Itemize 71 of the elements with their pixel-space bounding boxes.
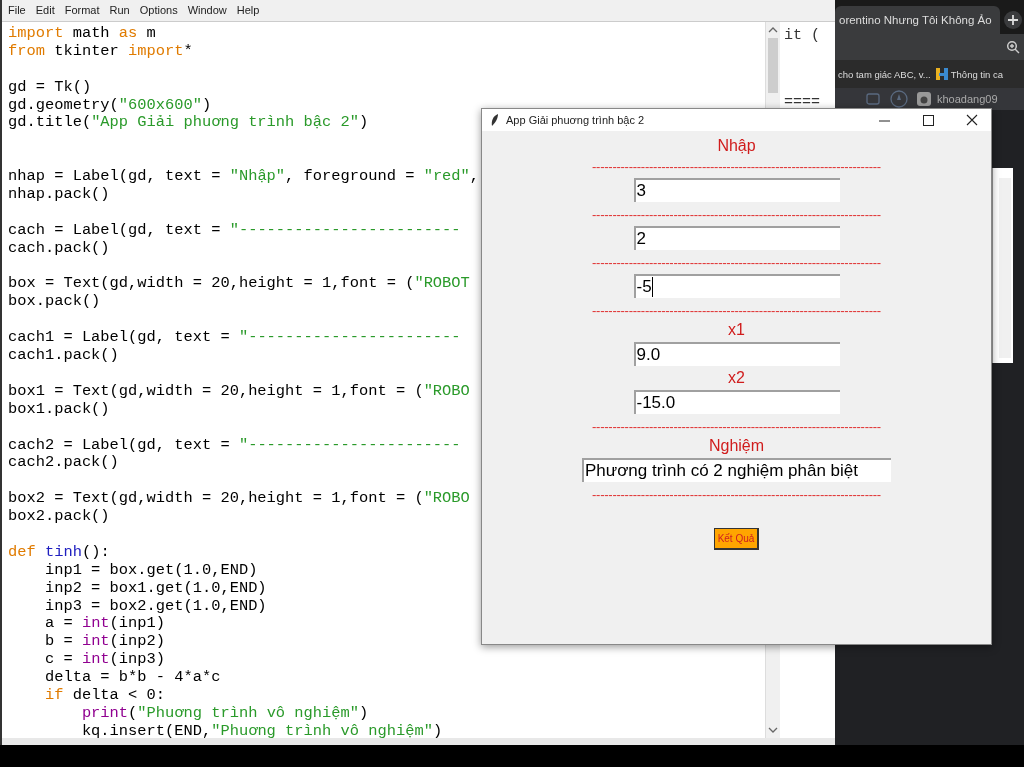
menu-item[interactable]: Window bbox=[187, 4, 227, 19]
browser-tab[interactable]: orentino Nhưng Tôi Không Ảo bbox=[835, 6, 1000, 34]
code-line: it ( bbox=[784, 27, 821, 44]
dashed-separator: ----------------------------------------------------------------------- bbox=[592, 485, 881, 504]
code-line: box1 = Text(gd,width = 20,height = 1,font = ("ROBO bbox=[8, 382, 470, 401]
text-field[interactable]: Phương trình có 2 nghiệm phân biệt bbox=[582, 458, 891, 482]
code-line: kq.insert(END,"Phuơng trình vô nghiệm") bbox=[80, 722, 443, 738]
code-line: def tinh(): bbox=[8, 543, 110, 562]
text-field[interactable]: 9.0 bbox=[633, 342, 840, 366]
code-line: gd.geometry("600x600") bbox=[8, 96, 212, 115]
code-line: cach = Label(gd, text = "------------------------ bbox=[8, 221, 461, 240]
scroll-thumb[interactable] bbox=[768, 38, 778, 93]
code-line: nhap = Label(gd, text = "Nhập", foreground = "red", bbox=[8, 166, 480, 187]
toolbar-icons-drawing bbox=[865, 90, 911, 108]
code-line: b = int(inp2) bbox=[43, 633, 166, 652]
bookmark-link[interactable]: Thông tin ca bbox=[950, 68, 1004, 80]
menu-item[interactable]: Options bbox=[139, 4, 178, 19]
menu-item[interactable]: Format bbox=[64, 4, 100, 19]
field-label: x2 bbox=[728, 368, 745, 388]
code-line: delta = b*b - 4*a*c bbox=[43, 669, 221, 687]
dashed-separator: ----------------------------------------------------------------------- bbox=[592, 253, 881, 272]
maximize-button[interactable] bbox=[922, 114, 934, 126]
window-title: App Giải phuơng trình bậc 2 bbox=[506, 114, 646, 126]
code-line: box1.pack() bbox=[8, 400, 110, 419]
code-line: print("Phuơng trình vô nghiệm") bbox=[80, 704, 369, 723]
text-field[interactable]: 2 bbox=[633, 226, 840, 250]
code-line: cach2.pack() bbox=[8, 454, 119, 473]
code-line: cach2 = Label(gd, text = "----------------------- bbox=[8, 436, 461, 455]
dashed-separator: ----------------------------------------------------------------------- bbox=[592, 301, 881, 320]
dashed-separator: ----------------------------------------------------------------------- bbox=[592, 205, 881, 224]
scroll-down-icon[interactable] bbox=[768, 726, 778, 734]
code-line: ==== bbox=[784, 94, 821, 111]
code-line: from tkinter import* bbox=[8, 42, 193, 61]
field-label: x1 bbox=[728, 320, 745, 340]
field-label: Nhập bbox=[717, 136, 756, 156]
code-line: inp1 = box.get(1.0,END) bbox=[43, 561, 258, 580]
menu-item[interactable]: Help bbox=[236, 4, 260, 19]
code-line: if delta < 0: bbox=[43, 686, 166, 705]
code-line: cach1 = Label(gd, text = "----------------------- bbox=[8, 329, 461, 348]
dashed-separator: ----------------------------------------------------------------------- bbox=[592, 417, 881, 436]
menu-item[interactable]: Edit bbox=[35, 4, 55, 19]
feather-icon bbox=[490, 113, 500, 127]
username[interactable]: khoadang09 bbox=[937, 93, 998, 105]
dashed-separator: ----------------------------------------------------------------------- bbox=[592, 157, 881, 176]
code-line: box2.pack() bbox=[8, 508, 110, 526]
code-line: a = int(inp1) bbox=[43, 615, 166, 634]
zoom-icon[interactable] bbox=[1006, 40, 1020, 54]
text-field[interactable]: -15.0 bbox=[633, 390, 840, 414]
avatar-icon bbox=[917, 92, 931, 106]
menu-item[interactable]: Run bbox=[109, 4, 130, 19]
code-line: box.pack() bbox=[8, 293, 101, 312]
site-logo-icon bbox=[934, 67, 949, 81]
code-line: gd.title("App Giải phuơng trình bậc 2") bbox=[8, 114, 369, 133]
code-line: cach1.pack() bbox=[8, 347, 119, 365]
code-line: c = int(inp3) bbox=[43, 651, 166, 670]
code-line: gd = Tk() bbox=[8, 78, 92, 97]
text-field[interactable]: -5 bbox=[633, 274, 840, 298]
menu-item[interactable]: File bbox=[8, 4, 26, 19]
scroll-up-icon[interactable] bbox=[768, 26, 778, 34]
new-tab-icon[interactable] bbox=[1004, 11, 1022, 29]
code-line: inp3 = box2.get(1.0,END) bbox=[43, 597, 267, 616]
close-button[interactable] bbox=[966, 114, 978, 126]
code-line: box2 = Text(gd,width = 20,height = 1,font = ("ROBO bbox=[8, 490, 470, 509]
code-line: inp2 = box1.get(1.0,END) bbox=[43, 579, 267, 598]
text-field[interactable]: 3 bbox=[633, 178, 840, 202]
bookmark-link[interactable]: cho tam giác ABC, v... bbox=[838, 68, 931, 80]
field-label: Nghiệm bbox=[708, 436, 765, 456]
code-line: import math as m bbox=[8, 25, 156, 43]
code-line: nhap.pack() bbox=[8, 186, 110, 204]
code-line: cach.pack() bbox=[8, 239, 110, 258]
code-line: box = Text(gd,width = 20,height = 1,font = ("ROBOT bbox=[8, 275, 470, 294]
